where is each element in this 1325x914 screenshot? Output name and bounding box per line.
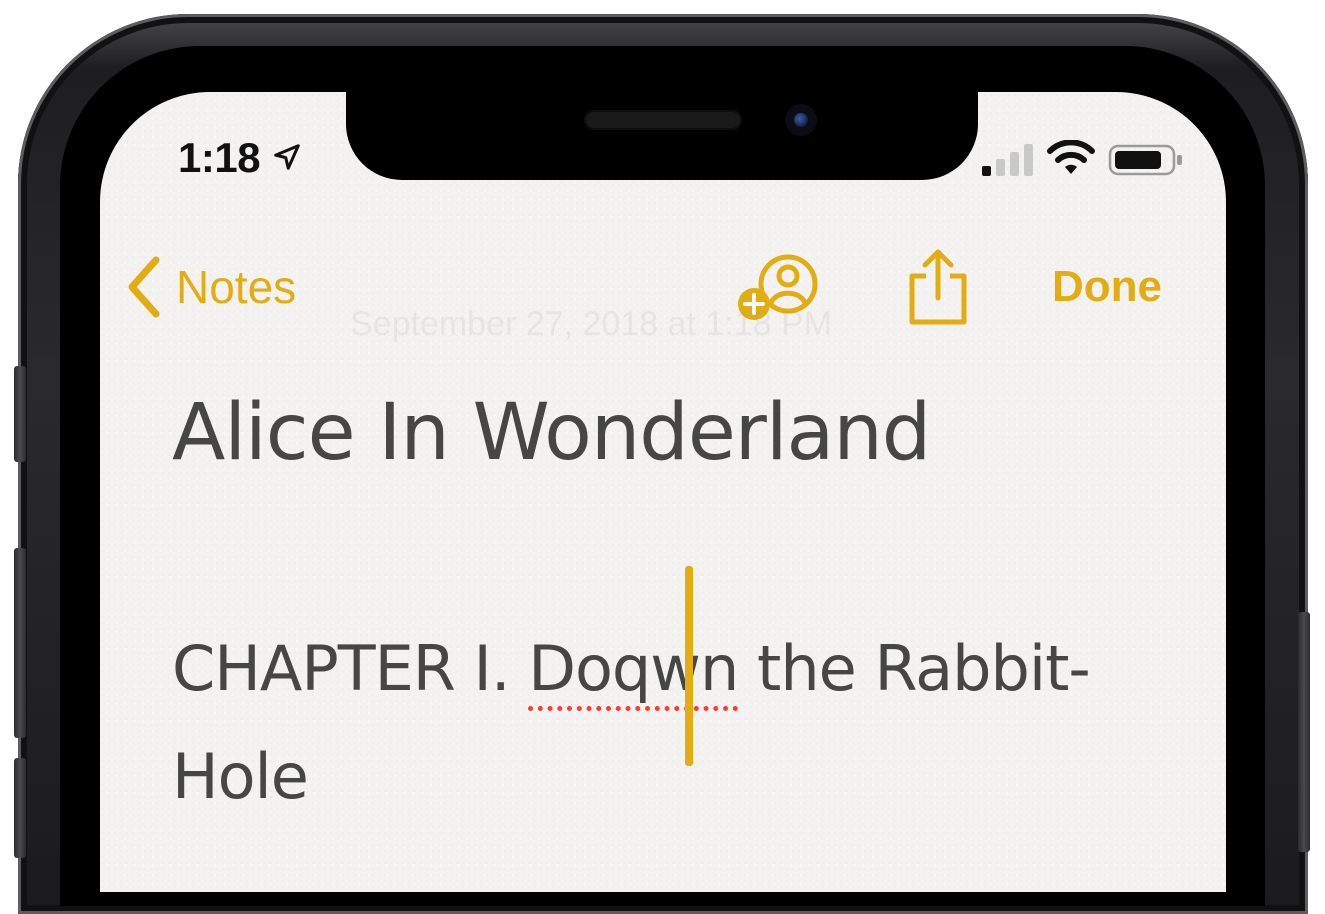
signal-icon: [982, 144, 1033, 176]
misspelled-word[interactable]: Doqwn: [528, 632, 739, 705]
chevron-left-icon: [128, 256, 160, 318]
volume-up-button: [14, 548, 26, 738]
text-cursor: [685, 566, 693, 766]
back-button[interactable]: Notes: [124, 252, 296, 322]
earpiece-speaker: [584, 110, 742, 130]
wifi-icon: [1047, 140, 1095, 174]
back-button-label: Notes: [176, 261, 297, 313]
front-camera: [785, 104, 817, 136]
note-date: September 27, 2018 at 1:18 PM: [350, 305, 832, 343]
note-body[interactable]: CHAPTER I. Doqwn the Rabbit-Hole: [172, 615, 1182, 831]
share-icon[interactable]: [906, 248, 970, 326]
volume-down-button: [14, 758, 26, 858]
status-time: 1:18: [178, 134, 261, 181]
battery-icon: [1108, 144, 1182, 176]
done-button[interactable]: Done: [1052, 262, 1162, 312]
location-arrow-icon: [274, 144, 300, 170]
silent-switch: [14, 366, 26, 462]
note-title[interactable]: Alice In Wonderland: [172, 388, 931, 478]
body-text-start: CHAPTER I.: [172, 632, 529, 705]
notch: [346, 88, 978, 180]
power-button: [1298, 612, 1310, 852]
